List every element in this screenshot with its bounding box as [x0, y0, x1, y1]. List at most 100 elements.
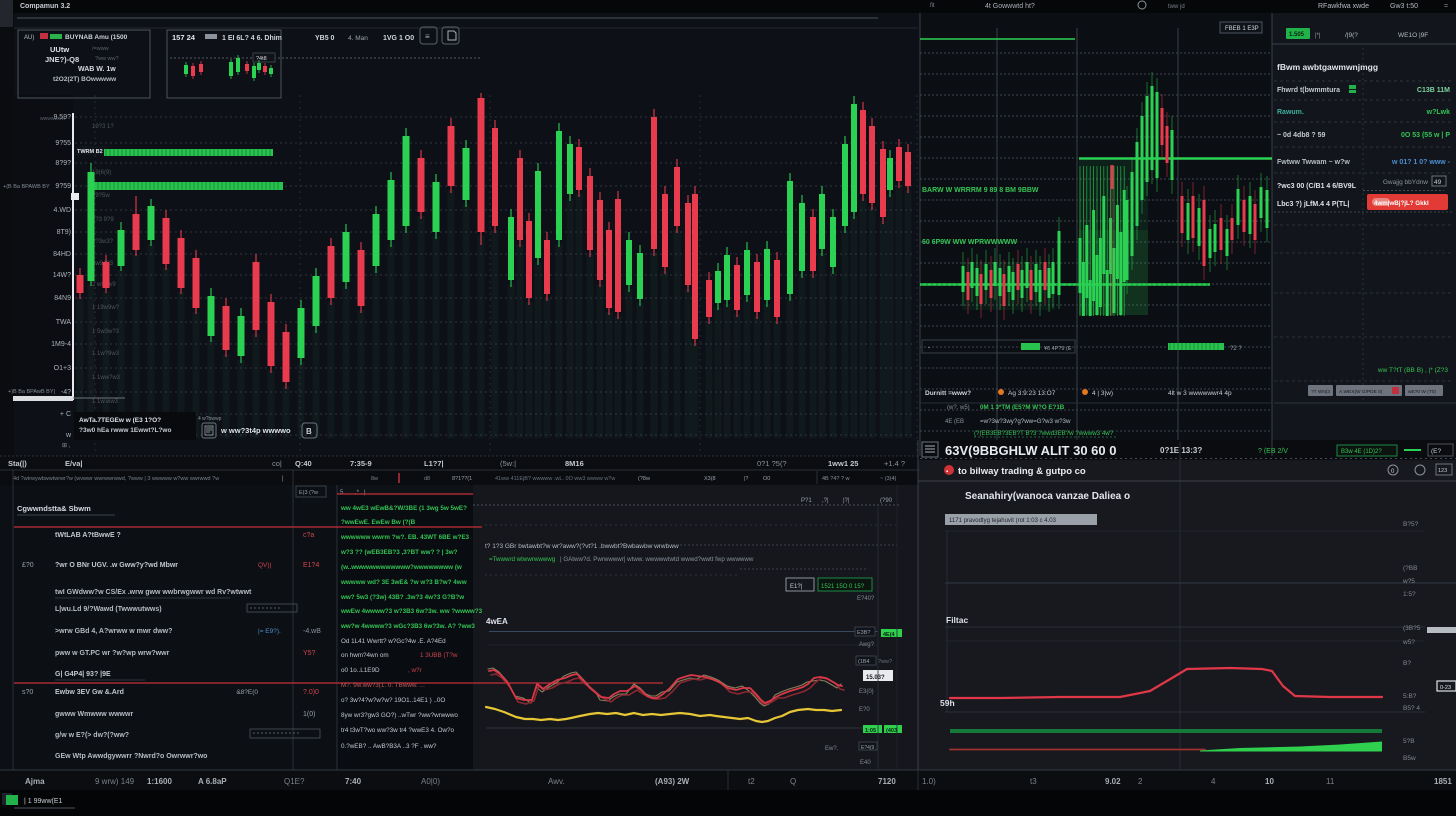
svg-text:1 3UBB (T?w: 1 3UBB (T?w [420, 652, 458, 659]
svg-text:O0: O0 [763, 476, 770, 482]
svg-text:(?BB: (?BB [1403, 565, 1417, 572]
svg-text:(A93) 2W: (A93) 2W [655, 777, 690, 786]
svg-text:E3B?: E3B? [857, 630, 870, 636]
svg-text:123: 123 [1438, 468, 1447, 474]
svg-text:4. Man: 4. Man [348, 35, 368, 42]
svg-text:UUtw: UUtw [50, 45, 69, 54]
svg-text:?wr O BNr UGV. .w Gww?y?wd Mbw: ?wr O BNr UGV. .w Gww?y?wd Mbwr [55, 562, 178, 569]
svg-text:d8: d8 [424, 476, 430, 482]
svg-text:|?|: |?| [843, 498, 850, 504]
svg-text:,* , |: ,* , | [355, 490, 366, 496]
svg-text:£?0: £?0 [22, 562, 34, 569]
svg-text:B?: B? [1403, 660, 1411, 667]
svg-text:1(0): 1(0) [303, 711, 315, 718]
svg-text:B3w 4E (1D)2?: B3w 4E (1D)2? [1341, 449, 1382, 455]
svg-text:1171 pravodtyg tejahuvit (rot: 1171 pravodtyg tejahuvit (rot 1:03 c 4.0… [949, 518, 1057, 524]
svg-text:E1?4: E1?4 [303, 562, 319, 569]
svg-text:w?3 ?? (wEB3EB?3 ,3?BT ww? ? |: w?3 ?? (wEB3EB?3 ,3?BT ww? ? | 3w? [340, 549, 458, 556]
svg-text:9?55: 9?55 [55, 140, 71, 147]
svg-text:1:1600: 1:1600 [147, 777, 172, 786]
svg-text:1M9-4: 1M9-4 [51, 341, 71, 348]
svg-text:1VG 1 O0: 1VG 1 O0 [383, 35, 414, 42]
svg-text:g/w w E?(> dw?(?ww?: g/w w E?(> dw?(?ww? [55, 732, 129, 739]
svg-text:Ag 3:9:23 13:O7: Ag 3:9:23 13:O7 [1008, 390, 1056, 397]
svg-text:,?|: ,?| [822, 498, 829, 504]
svg-text:gwww Wmwww wwwwr: gwww Wmwww wwwwr [55, 711, 133, 718]
svg-text:B?5?: B?5? [1403, 521, 1419, 528]
svg-text:?ww ww?: ?ww ww? [95, 56, 119, 62]
svg-text:Fwtww Twwam ~ w?w: Fwtww Twwam ~ w?w [1277, 159, 1350, 166]
svg-text:|?: |? [744, 476, 749, 482]
svg-text:-4?: -4? [61, 389, 71, 396]
svg-text:C13B 11M: C13B 11M [1417, 87, 1450, 94]
svg-text:(?8w: (?8w [638, 476, 650, 482]
svg-text:=Twwwrd wtwwrwwwwg: =Twwwrd wtwwrwwwwg [489, 556, 556, 563]
svg-text:t? 1?3 GBr bwtawbt?w wr?aww?(?: t? 1?3 GBr bwtawbt?w wr?aww?(?vt?1 .bwwb… [485, 543, 679, 550]
svg-text:E?0: E?0 [859, 707, 870, 713]
svg-text:Gwajjg bbYdnw: Gwajjg bbYdnw [1383, 179, 1428, 186]
svg-text:co|: co| [272, 459, 282, 468]
svg-text:M?. 9w.ww?3(1. 0. TBwww. ...: M?. 9w.ww?3(1. 0. TBwww. ... [341, 682, 425, 689]
svg-text:| GAtww?d. Pwrwwwwr| wtww. www: | GAtww?d. Pwrwwwwr| wtww. wwwwwtwtd www… [560, 556, 754, 563]
svg-text:11: 11 [1326, 777, 1335, 786]
svg-text:8?1??(1: 8?1??(1 [452, 476, 472, 482]
svg-text:/=www: /=www [92, 46, 109, 52]
svg-text:wwwwww wwrm ?w?. EB. 43WT 6BE: wwwwww wwrm ?w?. EB. 43WT 6BE w?E3 [340, 534, 470, 541]
svg-text:O1+3: O1+3 [54, 365, 71, 372]
svg-text:Seanahiry(wanoca vanzae Daliea: Seanahiry(wanoca vanzae Daliea o [965, 491, 1130, 502]
svg-text:Compamun 3.2: Compamun 3.2 [20, 3, 70, 10]
svg-text:to bilway trading & gutpo co: to bilway trading & gutpo co [958, 466, 1086, 477]
svg-text:ww?w 4wwww?3 wGc?3B3 6w?3w. A?: ww?w 4wwww?3 wGc?3B3 6w?3w. A? ?ww3 [340, 623, 475, 630]
svg-text:1851: 1851 [1434, 777, 1452, 786]
svg-text:WE1O |9F: WE1O |9F [1398, 32, 1428, 39]
svg-text:+)B Ba BPAwB BY|: +)B Ba BPAwB BY| [8, 389, 55, 395]
svg-text:on hwm?4wn om: on hwm?4wn om [341, 652, 389, 659]
svg-text:7:35-9: 7:35-9 [350, 459, 372, 468]
svg-text:?3w0 hEa rwww 1Ewwt?L?wo: ?3w0 hEa rwww 1Ewwt?L?wo [79, 427, 171, 434]
svg-text:L1?7|: L1?7| [424, 459, 444, 468]
svg-text:?T WN(3: ?T WN(3 [1311, 389, 1330, 395]
svg-text:E?40?: E?40? [857, 596, 875, 602]
svg-text:A0|0): A0|0) [421, 777, 440, 786]
svg-text:tWtLAB A?tBwwE ?: tWtLAB A?tBwwE ? [55, 532, 121, 539]
svg-text:4 | 3|w): 4 | 3|w) [1092, 390, 1113, 397]
svg-text:7:40: 7:40 [345, 777, 362, 786]
svg-text:E1?|: E1?| [790, 584, 803, 590]
svg-text:¥6 4P?9 (E: ¥6 4P?9 (E [1044, 346, 1072, 352]
svg-text:+ C: + C [60, 411, 71, 418]
svg-text:/|9(?: /|9(? [1345, 32, 1358, 39]
svg-text:8T9): 8T9) [57, 229, 71, 236]
svg-text:Q: Q [790, 777, 796, 786]
svg-text:Fhwrd t(bwmmtura: Fhwrd t(bwmmtura [1277, 87, 1340, 94]
svg-text:84N9: 84N9 [54, 295, 71, 302]
svg-text:TWRM B2: TWRM B2 [77, 149, 103, 155]
svg-text:4E (EB: 4E (EB [945, 419, 964, 425]
svg-text:w5?: w5? [1402, 639, 1415, 646]
svg-text:c?a: c?a [303, 532, 314, 539]
svg-text:~ 0d 4db8 ? 59: ~ 0d 4db8 ? 59 [1277, 132, 1326, 139]
svg-text:wE?0 W (T0): wE?0 W (T0) [1408, 389, 1436, 395]
svg-text:1.0): 1.0) [922, 777, 936, 786]
svg-text:WAB W. 1w: WAB W. 1w [78, 66, 116, 73]
svg-text:A 6.8aP: A 6.8aP [198, 777, 227, 786]
svg-text:~ (3(4): ~ (3(4) [880, 476, 897, 482]
svg-text:5?B: 5?B [1403, 738, 1415, 745]
svg-text:AU): AU) [24, 35, 34, 41]
svg-text:Durnitt =www?: Durnitt =www? [925, 390, 971, 397]
svg-text:0.?wEB? .. AwB?B3A ..3 ?F .: 0.?wEB? .. AwB?B3A ..3 ?F . ww? [341, 743, 437, 750]
svg-text:BUYNAB Amu (1500: BUYNAB Amu (1500 [65, 34, 128, 41]
svg-text:?ww?: ?ww? [878, 659, 892, 665]
svg-text:wwwww wd? 3E 3wE& ?w w?3 B?w?: wwwww wd? 3E 3wE& ?w w?3 B?w? 4ww [340, 579, 467, 586]
svg-text:B: B [306, 427, 312, 436]
svg-text:(?90: (?90 [880, 498, 893, 504]
svg-text:pww w GT.PC wr ?w?wp wrw?wwr: pww w GT.PC wr ?w?wp wrw?wwr [55, 650, 170, 657]
svg-text:tww jd: tww jd [1168, 4, 1185, 10]
svg-text:Cgwwndstta& Sbwm: Cgwwndstta& Sbwm [17, 504, 91, 513]
svg-text:Filtac: Filtac [946, 615, 968, 625]
svg-text:(3B?5: (3B?5 [1403, 625, 1421, 632]
svg-text:(w..wwwwwwwwwwww?wwwwwwww (w: (w..wwwwwwwwwwww?wwwwwwww (w [341, 564, 462, 571]
svg-text:s?0: s?0 [22, 689, 33, 696]
svg-text:7120: 7120 [878, 777, 896, 786]
svg-text:w 01? 1 0? www -: w 01? 1 0? www - [1391, 159, 1451, 166]
svg-text:1:05: 1:05 [865, 728, 876, 734]
